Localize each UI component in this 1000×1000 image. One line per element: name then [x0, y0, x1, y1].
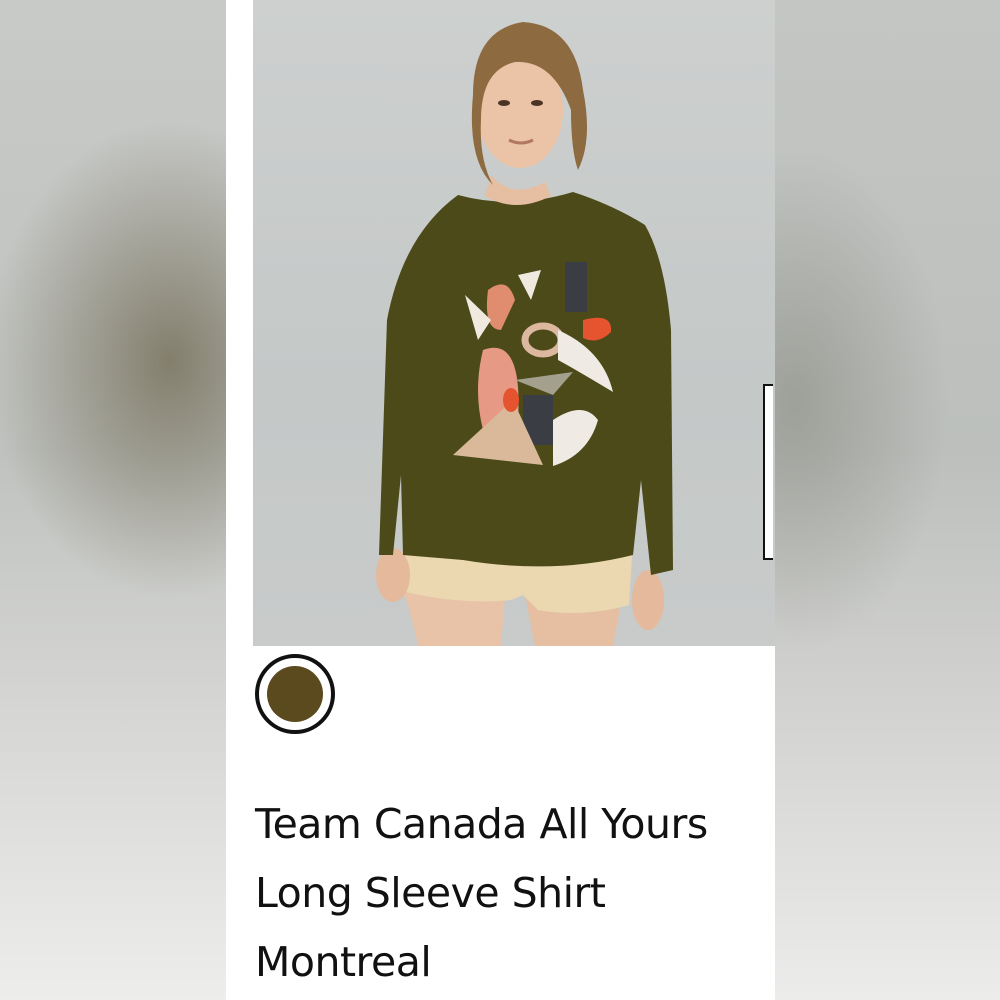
product-image[interactable] — [253, 0, 775, 646]
product-title: Team Canada All Yours Long Sleeve Shirt … — [255, 790, 770, 997]
blurred-background-right — [775, 0, 1000, 1000]
olive-swatch-color — [267, 666, 323, 722]
product-page: Team Canada All Yours Long Sleeve Shirt … — [226, 0, 775, 1000]
next-image-peek[interactable] — [763, 384, 773, 560]
model-illustration — [376, 22, 673, 646]
product-title-line-1: Team Canada All Yours — [255, 800, 708, 848]
product-title-line-2: Long Sleeve Shirt — [255, 869, 606, 917]
color-swatch-selected[interactable] — [255, 654, 335, 734]
blurred-background-left — [0, 0, 226, 1000]
product-title-line-3: Montreal — [255, 938, 432, 986]
